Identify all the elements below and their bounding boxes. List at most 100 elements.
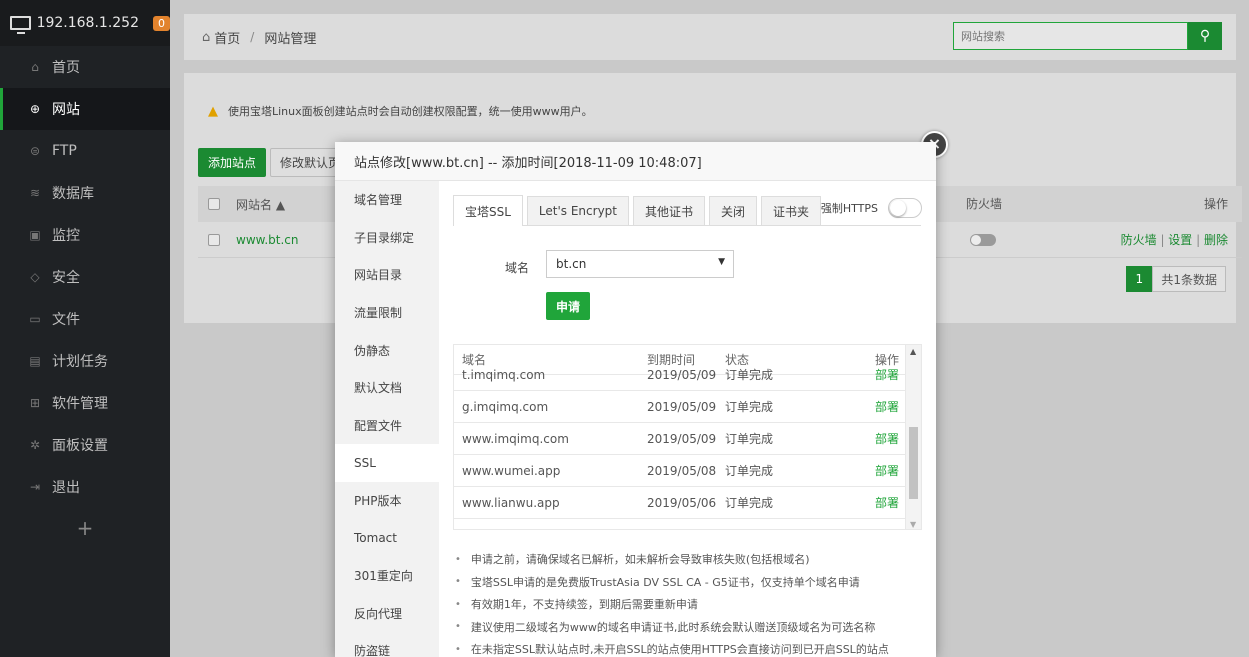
tab-other-cert[interactable]: 其他证书 [633,196,706,225]
logout-icon: ⇥ [29,480,41,494]
menu-item-domain[interactable]: 域名管理 [335,181,439,219]
menu-item-tomcat[interactable]: Tomact [335,519,439,557]
cert-domain: www.imqimq.com [462,431,569,446]
note-item: 在未指定SSL默认站点时,未开启SSL的站点使用HTTPS会直接访问到已开启SS… [455,638,925,657]
cert-table: 域名 到期时间 状态 操作 t.imqimq.com 2019/05/09 订单… [453,344,922,530]
note-item: 有效期1年，不支持续签，到期后需要重新申请 [455,593,925,616]
menu-item-rewrite[interactable]: 伪静态 [335,331,439,369]
shield-icon: ◇ [30,270,40,284]
table-row: t.imqimq.com 2019/05/09 订单完成 部署 [454,359,907,391]
sidebar-item-label: 退出 [52,480,80,496]
pagination: 1 共1条数据 [1126,266,1226,292]
cert-expire: 2019/05/09 [647,399,717,414]
scroll-up-icon[interactable]: ▲ [910,347,916,356]
breadcrumb-home[interactable]: ⌂ 首页 [202,28,240,47]
note-item: 申请之前，请确保域名已解析，如未解析会导致审核失败(包括根域名) [455,548,925,571]
cert-expire: 2019/05/09 [647,367,717,382]
sidebar-item-cron[interactable]: ▤ 计划任务 [0,340,170,382]
scroll-thumb[interactable] [909,427,918,499]
cert-status: 订单完成 [725,368,774,382]
row-checkbox[interactable] [208,233,220,246]
cert-table-scrollbar[interactable]: ▲ ▼ [905,345,921,529]
table-row: www.lianwu.app 2019/05/06 订单完成 部署 [454,487,907,519]
sidebar-item-security[interactable]: ◇ 安全 [0,256,170,298]
apply-button[interactable]: 申请 [546,292,590,320]
sidebar-item-logout[interactable]: ⇥ 退出 [0,466,170,508]
tab-cert-folder[interactable]: 证书夹 [761,196,822,225]
column-site-name[interactable]: 网站名 ▲ [236,196,285,213]
site-name-link[interactable]: www.bt.cn [236,233,299,247]
sidebar-item-website[interactable]: ⊕ 网站 [0,88,170,130]
sidebar-item-ftp[interactable]: ⊜ FTP [0,130,170,172]
delete-link[interactable]: 删除 [1204,233,1228,247]
cert-domain: www.lianwu.app [462,495,560,510]
table-row: www.imqimq.com 2019/05/09 订单完成 部署 [454,423,907,455]
deploy-link[interactable]: 部署 [875,366,899,383]
column-firewall: 防火墙 [966,197,1003,211]
select-all-checkbox[interactable] [208,198,220,210]
add-site-button[interactable]: 添加站点 [198,148,267,177]
page-number[interactable]: 1 [1126,266,1153,292]
globe-icon: ⊕ [29,102,41,116]
menu-item-subdir[interactable]: 子目录绑定 [335,219,439,257]
caret-down-icon: ▼ [718,257,725,267]
deploy-link[interactable]: 部署 [875,398,899,415]
menu-item-php[interactable]: PHP版本 [335,482,439,520]
search-button[interactable]: ⚲ [1188,22,1222,50]
warning-notice: ▲ 使用宝塔Linux面板创建站点时会自动创建权限配置，统一使用www用户。 [208,103,593,119]
cert-expire: 2019/05/08 [647,463,717,478]
apps-icon: ⊞ [29,396,41,410]
tab-close[interactable]: 关闭 [709,196,758,225]
deploy-link[interactable]: 部署 [875,462,899,479]
sidebar-item-home[interactable]: ⌂ 首页 [0,46,170,88]
home-icon: ⌂ [202,29,211,45]
table-row: www.wumei.app 2019/05/08 订单完成 部署 [454,455,907,487]
sidebar-item-label: 首页 [52,60,80,76]
tab-letsencrypt[interactable]: Let's Encrypt [526,196,629,225]
menu-item-default-doc[interactable]: 默认文档 [335,369,439,407]
breadcrumb-home-label: 首页 [214,31,241,47]
add-shortcut-button[interactable]: + [0,508,170,548]
site-search: ⚲ [953,22,1222,50]
sidebar-item-database[interactable]: ≋ 数据库 [0,172,170,214]
scroll-down-icon[interactable]: ▼ [910,520,916,529]
sidebar-item-files[interactable]: ▭ 文件 [0,298,170,340]
notification-badge[interactable]: 0 [153,15,170,31]
domain-label: 域名 [505,261,530,275]
menu-item-ssl[interactable]: SSL [335,444,439,482]
sidebar: 192.168.1.252 0 ⌂ 首页 ⊕ 网站 ⊜ FTP ≋ 数据库 ▣ 监控 ◇ 安… [0,0,170,657]
breadcrumb-separator: / [250,30,255,44]
sidebar-item-label: 文件 [52,312,80,328]
menu-item-config[interactable]: 配置文件 [335,407,439,445]
sidebar-item-label: 网站 [52,102,80,118]
sidebar-item-monitor[interactable]: ▣ 监控 [0,214,170,256]
cert-status: 订单完成 [725,464,774,478]
sidebar-item-label: 软件管理 [52,396,108,412]
breadcrumb-bar: ⌂首页 / 网站管理 ⚲ [184,14,1236,60]
note-item: 宝塔SSL申请的是免费版TrustAsia DV SSL CA - G5证书，仅… [455,571,925,594]
firewall-toggle[interactable] [970,234,996,246]
search-input[interactable] [953,22,1188,50]
deploy-link[interactable]: 部署 [875,494,899,511]
firewall-link[interactable]: 防火墙 [1121,233,1157,247]
menu-item-hotlink[interactable]: 防盗链 [335,632,439,657]
ssl-panel: 宝塔SSL Let's Encrypt 其他证书 关闭 证书夹 强制HTTPS … [439,181,936,657]
warning-text: 使用宝塔Linux面板创建站点时会自动创建权限配置，统一使用www用户。 [228,105,593,118]
force-https-toggle[interactable] [888,198,922,218]
domain-select[interactable]: bt.cn ▼ [546,250,734,278]
settings-link[interactable]: 设置 [1168,233,1192,247]
tab-bt-ssl[interactable]: 宝塔SSL [453,195,523,226]
menu-item-site-dir[interactable]: 网站目录 [335,256,439,294]
sidebar-item-software[interactable]: ⊞ 软件管理 [0,382,170,424]
force-https: 强制HTTPS [821,198,922,218]
menu-item-traffic[interactable]: 流量限制 [335,294,439,332]
ssl-notes: 申请之前，请确保域名已解析，如未解析会导致审核失败(包括根域名) 宝塔SSL申请… [455,548,925,657]
monitor-chart-icon: ▣ [29,228,41,242]
site-edit-modal: 站点修改[www.bt.cn] -- 添加时间[2018-11-09 10:48… [335,142,936,657]
deploy-link[interactable]: 部署 [875,430,899,447]
sidebar-item-panel-settings[interactable]: ✲ 面板设置 [0,424,170,466]
menu-item-proxy[interactable]: 反向代理 [335,595,439,633]
modal-title: 站点修改[www.bt.cn] -- 添加时间[2018-11-09 10:48… [335,142,936,181]
menu-item-redirect[interactable]: 301重定向 [335,557,439,595]
sidebar-item-label: FTP [52,143,77,159]
